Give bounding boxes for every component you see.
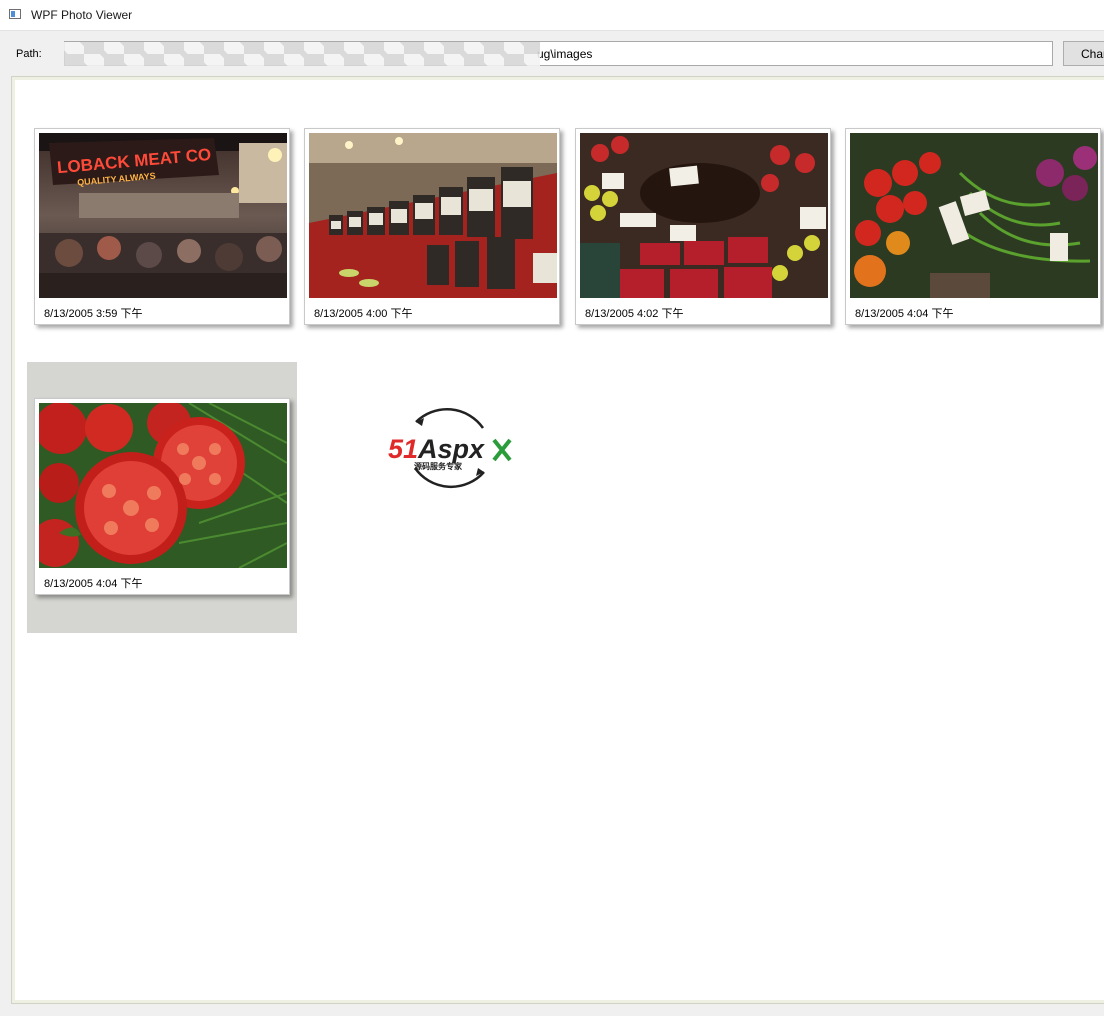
- photo-thumbnail: [309, 133, 557, 298]
- photo-thumbnail: [39, 403, 287, 568]
- photo-caption: 8/13/2005 4:04 下午: [855, 308, 954, 320]
- watermark-brand-word: Aspx: [417, 434, 485, 464]
- photo-card-selected[interactable]: 8/13/2005 4:04 下午: [34, 398, 290, 595]
- path-label: Path:: [16, 48, 42, 60]
- photo-thumbnail: [850, 133, 1098, 298]
- photo-card[interactable]: LOBACK MEAT CO QUALITY ALWAYS 8/13/2005 …: [34, 128, 290, 325]
- watermark-logo: 51Aspx 源码服务专家: [386, 402, 512, 494]
- title-bar: WPF Photo Viewer: [0, 0, 1104, 31]
- photo-thumbnail: LOBACK MEAT CO QUALITY ALWAYS: [39, 133, 287, 298]
- photo-card[interactable]: 8/13/2005 4:04 下午: [845, 128, 1101, 325]
- photo-gallery[interactable]: LOBACK MEAT CO QUALITY ALWAYS 8/13/2005 …: [11, 76, 1104, 1004]
- window-app-icon[interactable]: [9, 9, 21, 19]
- photo-card[interactable]: 8/13/2005 4:02 下午: [575, 128, 831, 325]
- svg-text:51Aspx: 51Aspx: [388, 434, 485, 464]
- photo-caption: 8/13/2005 3:59 下午: [44, 308, 143, 320]
- photo-caption: 8/13/2005 4:02 下午: [585, 308, 684, 320]
- path-input[interactable]: [64, 41, 1053, 66]
- photo-card[interactable]: 8/13/2005 4:00 下午: [304, 128, 560, 325]
- photo-caption: 8/13/2005 4:00 下午: [314, 308, 413, 320]
- watermark-brand-number: 51: [388, 434, 418, 464]
- photo-thumbnail: [580, 133, 828, 298]
- window-title: WPF Photo Viewer: [31, 8, 133, 22]
- watermark-tagline: 源码服务专家: [414, 461, 463, 471]
- photo-caption: 8/13/2005 4:04 下午: [44, 578, 143, 590]
- change-path-button[interactable]: Change: [1063, 41, 1104, 66]
